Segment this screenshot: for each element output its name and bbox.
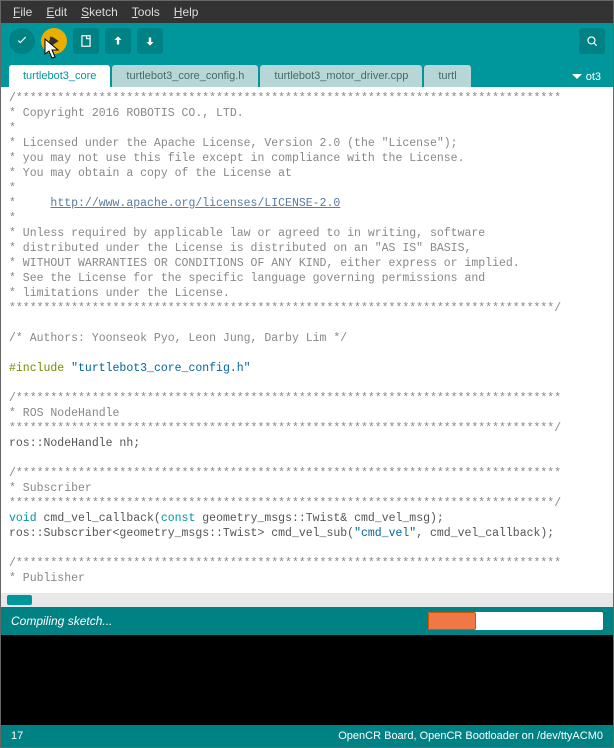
line-number: 17 xyxy=(11,730,23,742)
code-line: geometry_msgs::Twist& cmd_vel_msg); xyxy=(195,512,443,525)
toolbar xyxy=(1,23,613,59)
code-line: * Unless required by applicable law or a… xyxy=(9,227,485,240)
code-line: ****************************************… xyxy=(9,497,561,510)
menu-file[interactable]: File xyxy=(7,3,38,21)
code-line: cmd_vel_callback( xyxy=(37,512,161,525)
code-line: * xyxy=(9,212,16,225)
code-line: #include xyxy=(9,362,71,375)
tab-turtlebot3-core[interactable]: turtlebot3_core xyxy=(9,65,110,87)
code-line: ros::NodeHandle nh; xyxy=(9,437,140,450)
new-button[interactable] xyxy=(73,28,99,54)
code-line: * limitations under the License. xyxy=(9,287,230,300)
menu-tools[interactable]: Tools xyxy=(126,3,166,21)
serial-monitor-button[interactable] xyxy=(579,28,605,54)
tab-config[interactable]: turtlebot3_core_config.h xyxy=(112,65,258,87)
code-line: /***************************************… xyxy=(9,92,561,105)
tab-truncated-2: ot3 xyxy=(586,71,601,83)
menu-edit[interactable]: Edit xyxy=(40,3,73,21)
code-line: /* Authors: Yoonseok Pyo, Leon Jung, Dar… xyxy=(9,332,347,345)
menu-sketch[interactable]: Sketch xyxy=(75,3,124,21)
open-button[interactable] xyxy=(105,28,131,54)
code-line: * xyxy=(9,197,50,210)
code-line: /***************************************… xyxy=(9,557,561,570)
menu-help[interactable]: Help xyxy=(168,3,205,21)
code-line: void xyxy=(9,512,37,525)
code-editor[interactable]: /***************************************… xyxy=(1,87,613,593)
upload-button[interactable] xyxy=(41,28,67,54)
code-line: * WITHOUT WARRANTIES OR CONDITIONS OF AN… xyxy=(9,257,520,270)
code-line: * distributed under the License is distr… xyxy=(9,242,471,255)
code-line: , cmd_vel_callback); xyxy=(416,527,554,540)
progress-fill xyxy=(428,612,476,630)
code-line: * ROS NodeHandle xyxy=(9,407,119,420)
console[interactable] xyxy=(1,635,613,725)
status-bar: Compiling sketch... xyxy=(1,607,613,635)
tab-motor-driver[interactable]: turtlebot3_motor_driver.cpp xyxy=(260,65,422,87)
progress-bar xyxy=(428,612,603,630)
board-info: OpenCR Board, OpenCR Bootloader on /dev/… xyxy=(338,730,603,742)
horizontal-scrollbar[interactable] xyxy=(1,593,613,607)
menubar: File Edit Sketch Tools Help xyxy=(1,1,613,23)
code-line: * xyxy=(9,182,16,195)
code-line: * xyxy=(9,122,16,135)
code-line: "cmd_vel" xyxy=(354,527,416,540)
code-line: ****************************************… xyxy=(9,302,561,315)
code-line: ros::Subscriber<geometry_msgs::Twist> cm… xyxy=(9,527,354,540)
verify-button[interactable] xyxy=(9,28,35,54)
tabs-bar: turtlebot3_core turtlebot3_core_config.h… xyxy=(1,59,613,87)
code-line: * Subscriber xyxy=(9,482,92,495)
scrollbar-thumb[interactable] xyxy=(7,595,32,605)
save-button[interactable] xyxy=(137,28,163,54)
code-line: "turtlebot3_core_config.h" xyxy=(71,362,250,375)
code-line: /***************************************… xyxy=(9,467,561,480)
code-line: * Publisher xyxy=(9,572,85,585)
license-link[interactable]: http://www.apache.org/licenses/LICENSE-2… xyxy=(50,197,340,210)
code-line: * Licensed under the Apache License, Ver… xyxy=(9,137,458,150)
code-line: ****************************************… xyxy=(9,422,561,435)
code-line: * Copyright 2016 ROBOTIS CO., LTD. xyxy=(9,107,244,120)
code-line: /***************************************… xyxy=(9,392,561,405)
code-line: const xyxy=(161,512,196,525)
code-line: * See the License for the specific langu… xyxy=(9,272,485,285)
footer: 17 OpenCR Board, OpenCR Bootloader on /d… xyxy=(1,725,613,747)
code-line: * you may not use this file except in co… xyxy=(9,152,464,165)
code-line: * You may obtain a copy of the License a… xyxy=(9,167,292,180)
tab-overflow-icon[interactable] xyxy=(572,72,582,82)
tab-truncated-1[interactable]: turtl xyxy=(424,65,470,87)
status-message: Compiling sketch... xyxy=(11,614,112,628)
